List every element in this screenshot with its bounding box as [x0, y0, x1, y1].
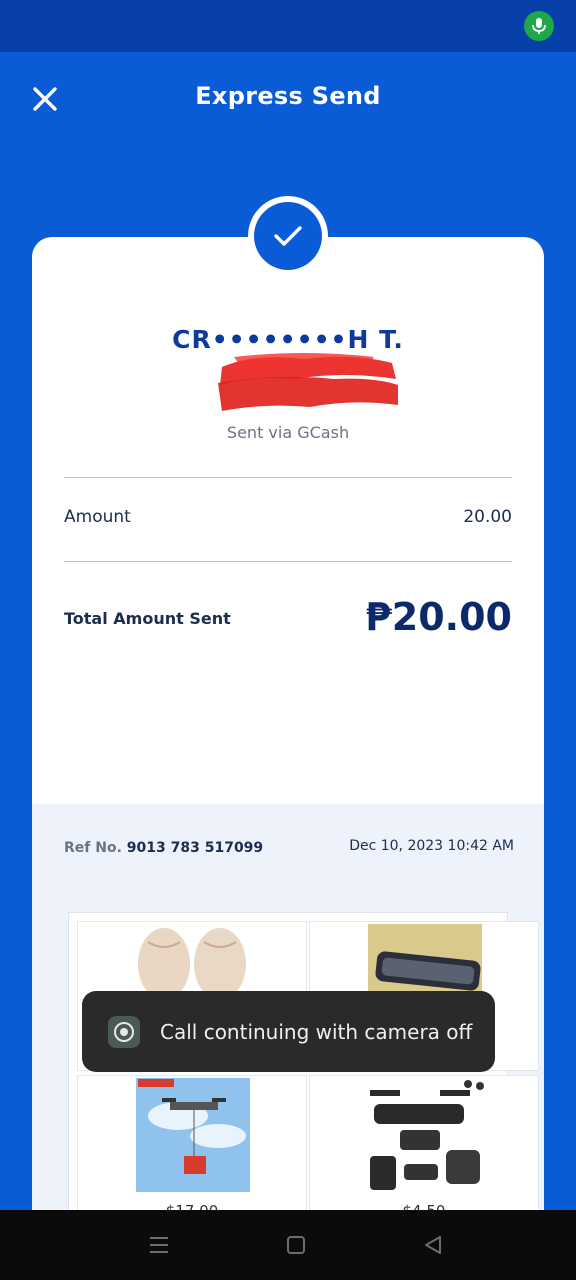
total-amount-label: Total Amount Sent: [64, 609, 231, 628]
amount-label: Amount: [64, 507, 131, 527]
microphone-icon[interactable]: [524, 11, 554, 41]
reference-label: Ref No.: [64, 840, 122, 856]
status-bar: [0, 0, 576, 52]
redaction-mark: [218, 353, 398, 411]
ad-banner[interactable]: $17.00 $4.50: [68, 912, 539, 1247]
sent-via-label: Sent via GCash: [226, 423, 350, 442]
ad-item[interactable]: $17.00: [77, 1075, 307, 1225]
reference-number: Ref No. 9013 783 517099: [64, 840, 263, 856]
call-toast: Call continuing with camera off: [82, 991, 495, 1072]
page-title: Express Send: [195, 82, 381, 110]
success-badge: [248, 196, 328, 276]
ad-item[interactable]: $4.50: [309, 1075, 539, 1225]
divider: [64, 561, 512, 562]
check-icon: [254, 202, 322, 270]
menu-icon[interactable]: [146, 1232, 172, 1258]
divider: [64, 477, 512, 478]
reference-value: 9013 783 517099: [126, 840, 264, 856]
camera-off-icon: [108, 1015, 140, 1048]
system-nav-bar: [0, 1210, 576, 1280]
app-header: Express Send: [0, 52, 576, 142]
home-icon[interactable]: [283, 1232, 309, 1258]
back-icon[interactable]: [420, 1232, 446, 1258]
total-amount-value: ₱20.00: [365, 595, 512, 639]
toast-message: Call continuing with camera off: [160, 1019, 473, 1044]
receipt-card: CR••••••••H T. Sent via GCash Amount 20.…: [32, 237, 544, 1247]
transaction-datetime: Dec 10, 2023 10:42 AM: [349, 838, 514, 854]
amount-value: 20.00: [463, 507, 512, 527]
